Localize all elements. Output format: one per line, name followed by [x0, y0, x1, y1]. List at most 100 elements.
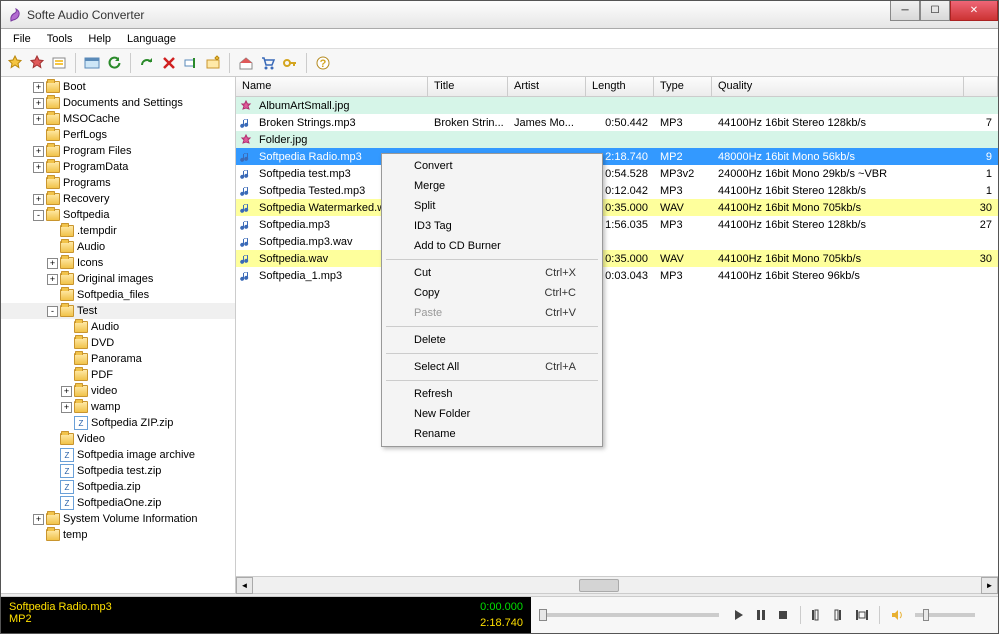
- menu-file[interactable]: File: [7, 31, 37, 47]
- tree-item[interactable]: ZSoftpedia ZIP.zip: [1, 415, 235, 431]
- tb-explorer-icon[interactable]: [82, 53, 102, 73]
- tree-item[interactable]: DVD: [1, 335, 235, 351]
- folder-tree[interactable]: +Boot+Documents and Settings+MSOCachePer…: [1, 77, 236, 593]
- tree-item[interactable]: +Boot: [1, 79, 235, 95]
- tree-item[interactable]: Softpedia_files: [1, 287, 235, 303]
- maximize-button[interactable]: ☐: [920, 1, 950, 21]
- ctx-delete[interactable]: Delete: [384, 330, 600, 350]
- tree-item[interactable]: .tempdir: [1, 223, 235, 239]
- mark-end-icon[interactable]: [832, 607, 848, 623]
- expand-icon[interactable]: +: [47, 274, 58, 285]
- col-name[interactable]: Name: [236, 77, 428, 96]
- tree-item[interactable]: +Documents and Settings: [1, 95, 235, 111]
- tb-delete-icon[interactable]: [159, 53, 179, 73]
- tree-item[interactable]: +Original images: [1, 271, 235, 287]
- ctx-new-folder[interactable]: New Folder: [384, 404, 600, 424]
- tb-help-icon[interactable]: ?: [313, 53, 333, 73]
- ctx-rename[interactable]: Rename: [384, 424, 600, 444]
- close-button[interactable]: ✕: [950, 1, 998, 21]
- col-title[interactable]: Title: [428, 77, 508, 96]
- seek-knob[interactable]: [539, 609, 547, 621]
- tree-item[interactable]: +wamp: [1, 399, 235, 415]
- region-icon[interactable]: [854, 607, 870, 623]
- file-list[interactable]: AlbumArtSmall.jpgBroken Strings.mp3Broke…: [236, 97, 998, 576]
- tree-item[interactable]: ZSoftpedia.zip: [1, 479, 235, 495]
- tree-item[interactable]: Video: [1, 431, 235, 447]
- ctx-id3tag[interactable]: ID3 Tag: [384, 216, 600, 236]
- expand-icon[interactable]: +: [47, 258, 58, 269]
- minimize-button[interactable]: ─: [890, 1, 920, 21]
- tb-refresh-icon[interactable]: [104, 53, 124, 73]
- scroll-right-icon[interactable]: ►: [981, 577, 998, 594]
- tree-item[interactable]: +System Volume Information: [1, 511, 235, 527]
- tb-fav-manage-icon[interactable]: [27, 53, 47, 73]
- expand-icon[interactable]: +: [33, 82, 44, 93]
- tb-fav-add-icon[interactable]: [5, 53, 25, 73]
- tree-item[interactable]: +Program Files: [1, 143, 235, 159]
- ctx-split[interactable]: Split: [384, 196, 600, 216]
- ctx-cut[interactable]: CutCtrl+X: [384, 263, 600, 283]
- file-row[interactable]: Softpedia Watermarked.wav0:35.000WAV4410…: [236, 199, 998, 216]
- col-type[interactable]: Type: [654, 77, 712, 96]
- tree-item[interactable]: +Icons: [1, 255, 235, 271]
- tree-item[interactable]: ZSoftpedia image archive: [1, 447, 235, 463]
- tree-item[interactable]: Audio: [1, 239, 235, 255]
- file-row[interactable]: AlbumArtSmall.jpg: [236, 97, 998, 114]
- ctx-refresh[interactable]: Refresh: [384, 384, 600, 404]
- expand-icon[interactable]: +: [33, 514, 44, 525]
- menu-language[interactable]: Language: [121, 31, 182, 47]
- menu-help[interactable]: Help: [82, 31, 117, 47]
- tree-item[interactable]: Panorama: [1, 351, 235, 367]
- volume-slider[interactable]: [915, 613, 975, 617]
- menu-tools[interactable]: Tools: [41, 31, 79, 47]
- file-row[interactable]: Softpedia.mp31:56.035MP344100Hz 16bit St…: [236, 216, 998, 233]
- tree-item[interactable]: +Recovery: [1, 191, 235, 207]
- tb-key-icon[interactable]: [280, 53, 300, 73]
- tree-item[interactable]: ZSoftpedia test.zip: [1, 463, 235, 479]
- ctx-copy[interactable]: CopyCtrl+C: [384, 283, 600, 303]
- file-row[interactable]: Softpedia.mp3.wav: [236, 233, 998, 250]
- expand-icon[interactable]: +: [61, 402, 72, 413]
- file-row[interactable]: Softpedia Radio.mp32:18.740MP248000Hz 16…: [236, 148, 998, 165]
- expand-icon[interactable]: +: [33, 194, 44, 205]
- tb-rename-icon[interactable]: [181, 53, 201, 73]
- col-artist[interactable]: Artist: [508, 77, 586, 96]
- scroll-left-icon[interactable]: ◄: [236, 577, 253, 594]
- titlebar[interactable]: Softe Audio Converter ─ ☐ ✕: [1, 1, 998, 29]
- ctx-add-cd-burner[interactable]: Add to CD Burner: [384, 236, 600, 256]
- play-button[interactable]: [731, 607, 747, 623]
- file-row[interactable]: Softpedia.wav0:35.000WAV44100Hz 16bit Mo…: [236, 250, 998, 267]
- tree-item[interactable]: ZSoftpediaOne.zip: [1, 495, 235, 511]
- tb-home-icon[interactable]: [236, 53, 256, 73]
- col-length[interactable]: Length: [586, 77, 654, 96]
- list-hscrollbar[interactable]: ◄ ►: [236, 576, 998, 593]
- tree-item[interactable]: PerfLogs: [1, 127, 235, 143]
- ctx-select-all[interactable]: Select AllCtrl+A: [384, 357, 600, 377]
- collapse-icon[interactable]: -: [47, 306, 58, 317]
- ctx-convert[interactable]: Convert: [384, 156, 600, 176]
- expand-icon[interactable]: +: [33, 114, 44, 125]
- expand-icon[interactable]: +: [61, 386, 72, 397]
- mark-start-icon[interactable]: [810, 607, 826, 623]
- stop-button[interactable]: [775, 607, 791, 623]
- tree-item[interactable]: temp: [1, 527, 235, 543]
- col-extra[interactable]: [964, 77, 998, 96]
- tree-item[interactable]: +ProgramData: [1, 159, 235, 175]
- tree-item[interactable]: Audio: [1, 319, 235, 335]
- tree-item[interactable]: Programs: [1, 175, 235, 191]
- tree-item[interactable]: PDF: [1, 367, 235, 383]
- tree-item[interactable]: +video: [1, 383, 235, 399]
- tb-newfolder-icon[interactable]: [203, 53, 223, 73]
- expand-icon[interactable]: +: [33, 162, 44, 173]
- file-row[interactable]: Softpedia_1.mp30:03.043MP344100Hz 16bit …: [236, 267, 998, 284]
- col-quality[interactable]: Quality: [712, 77, 964, 96]
- volume-knob[interactable]: [923, 609, 929, 621]
- file-row[interactable]: Broken Strings.mp3Broken Strin...James M…: [236, 114, 998, 131]
- scroll-thumb[interactable]: [579, 579, 619, 592]
- expand-icon[interactable]: +: [33, 146, 44, 157]
- tb-fav-list-icon[interactable]: [49, 53, 69, 73]
- ctx-merge[interactable]: Merge: [384, 176, 600, 196]
- file-row[interactable]: Softpedia Tested.mp30:12.042MP344100Hz 1…: [236, 182, 998, 199]
- volume-icon[interactable]: [889, 607, 905, 623]
- collapse-icon[interactable]: -: [33, 210, 44, 221]
